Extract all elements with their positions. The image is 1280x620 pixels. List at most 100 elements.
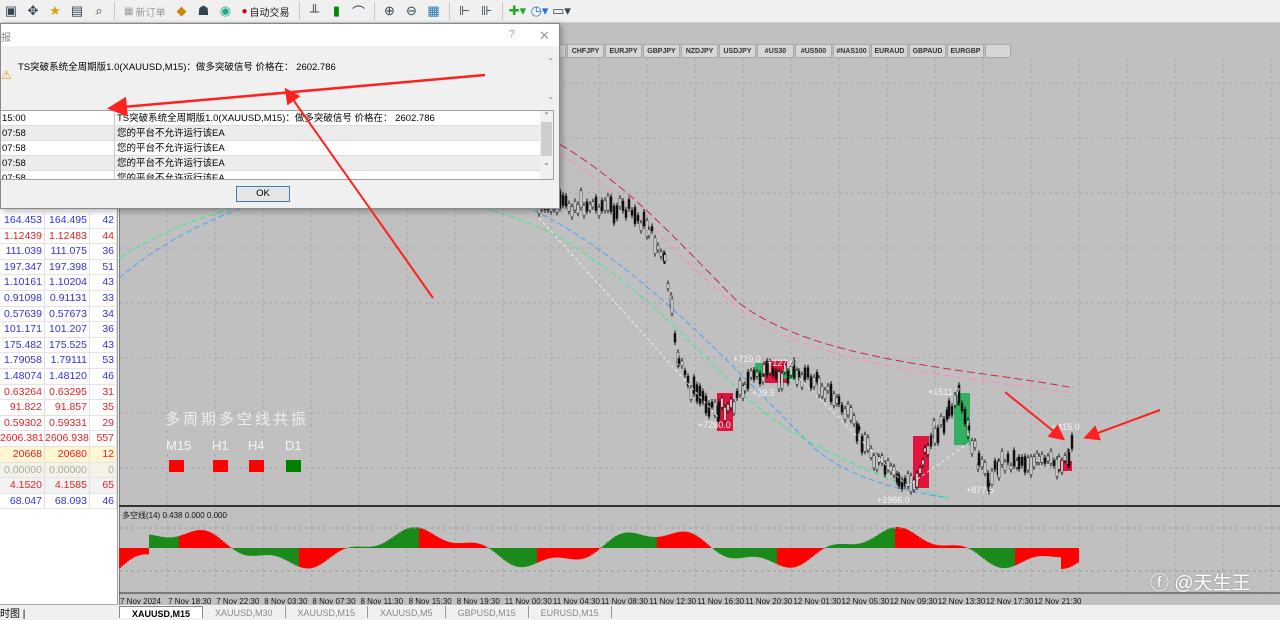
candle [1007,454,1009,462]
navigator-icon[interactable]: ▤ [68,2,86,20]
market-watch-row[interactable]: 68.04768.09346 [0,494,117,510]
histogram-bar [729,548,731,558]
chart-tab[interactable]: XAUUSD,M30 [203,606,286,618]
candle-chart-icon[interactable]: ▮ [328,2,346,20]
line-chart-icon[interactable]: ⌒ [350,2,368,20]
periods-icon[interactable]: ◷▾ [531,2,549,20]
chart-tab[interactable]: GBPUSD,M15 [446,606,529,618]
market-watch-row[interactable]: 0.632640.6329531 [0,385,117,401]
market-watch-tab[interactable]: 时图 | [0,604,118,618]
market-watch-row[interactable]: 111.039111.07536 [0,244,117,260]
symbol-button[interactable]: EURAUD [871,44,908,58]
symbol-button[interactable]: EURJPY [605,44,642,58]
log-row[interactable]: 07:58您的平台不允许运行该EA [1,141,553,156]
market-watch-row[interactable]: 0.910980.9113133 [0,291,117,307]
histogram-bar [851,544,853,548]
market-watch-row[interactable]: 91.82291.85735 [0,400,117,416]
histogram-bar [665,535,667,548]
market-watch-row[interactable]: 164.453164.49542 [0,213,117,229]
symbol-button[interactable]: EURGBP [947,44,984,58]
histogram-bar [541,548,543,561]
ask-cell: 1.79111 [45,353,90,368]
scroll-up-icon[interactable]: ⌃ [547,57,554,66]
market-watch-row[interactable]: 0.000000.000000 [0,463,117,479]
market-watch-row[interactable]: 4.15204.158565 [0,478,117,494]
histogram-bar [855,544,857,548]
favorites-icon[interactable]: ★ [46,2,64,20]
account-icon[interactable]: ☗ [194,2,212,20]
chart-shift-icon[interactable]: ⊪ [478,2,496,20]
watermark-logo-icon: ⓕ [1150,573,1169,594]
tester-icon[interactable]: ⌕ [90,2,108,20]
histogram-bar [353,547,355,548]
candle [739,380,741,394]
symbol-button[interactable]: GBPAUD [909,44,946,58]
zoom-out-icon[interactable]: ⊖ [403,2,421,20]
scroll-down-icon[interactable]: ⌄ [547,92,554,101]
log-row[interactable]: 07:58您的平台不允许运行该EA [1,171,553,180]
histogram-bar [1029,548,1031,558]
market-watch-row[interactable]: 101.171101.20736 [0,322,117,338]
candle [595,197,597,211]
histogram-bar [141,548,143,555]
market-watch-row[interactable]: 2606.3812606.938557 [0,431,117,447]
histogram-bar [835,544,837,548]
close-button[interactable]: ✕ [539,28,550,44]
candle [598,207,600,216]
symbol-button[interactable]: #US500 [795,44,832,58]
market-watch-row[interactable]: 1.101611.1020443 [0,275,117,291]
candle [705,396,707,413]
new-order-button[interactable]: ▦新订单 [121,4,168,19]
log-row[interactable]: 07:58您的平台不允许运行该EA [1,126,553,141]
market-watch-row[interactable]: 0.593020.5933129 [0,416,117,432]
log-row[interactable]: 07:58您的平台不允许运行该EA [1,156,553,171]
timeframe-bull-box [286,460,301,472]
symbol-button[interactable]: CHFJPY [567,44,604,58]
symbol-button[interactable]: GBPJPY [643,44,680,58]
log-scrollbar[interactable]: ⌃⌄ [540,111,553,179]
histogram-bar [981,548,983,557]
bar-chart-icon[interactable]: ╨ [306,2,324,20]
histogram-bar [771,548,773,562]
symbol-button[interactable]: NZDJPY [681,44,718,58]
symbol-button-empty[interactable] [985,44,1011,58]
symbol-button[interactable]: USDJPY [719,44,756,58]
help-button[interactable]: ? [509,29,515,40]
histogram-bar [221,540,223,548]
trade-label: +1511.7 [928,387,960,397]
market-watch-row[interactable]: 1.790581.7911153 [0,353,117,369]
autotrading-button[interactable]: ●自动交易 [238,4,292,19]
symbol-button[interactable]: #US30 [757,44,794,58]
histogram-bar [211,533,213,548]
chart-tab[interactable]: XAUUSD,M5 [368,606,446,618]
market-watch-row[interactable]: 0.576390.5767334 [0,307,117,323]
log-row[interactable]: 15:00TS突破系统全周期版1.0(XAUUSD,M15)：做多突破信号 价格… [1,111,553,126]
market-watch-row[interactable]: 1.480741.4812046 [0,369,117,385]
symbol-button[interactable]: #NAS100 [833,44,870,58]
new-chart-icon[interactable]: ▣ [2,2,20,20]
histogram-bar [229,547,231,548]
histogram-bar [511,548,513,565]
candle [984,463,986,474]
histogram-bar [929,543,931,548]
tile-icon[interactable]: ▦ [425,2,443,20]
histogram-bar [657,537,659,548]
indicators-icon[interactable]: ✚▾ [509,2,527,20]
histogram-bar [833,545,835,548]
signals-icon[interactable]: ◉ [216,2,234,20]
zoom-in-icon[interactable]: ⊕ [381,2,399,20]
market-watch-row[interactable]: 206682068012 [0,447,117,463]
chart-tab[interactable]: XAUUSD,M15 [286,606,369,618]
chart-tab[interactable]: XAUUSD,M15 [119,606,203,618]
market-watch-row[interactable]: 197.347197.39851 [0,260,117,276]
crosshair-icon[interactable]: ✥ [24,2,42,20]
templates-icon[interactable]: ▭▾ [553,2,571,20]
histogram-bar [649,537,651,548]
market-watch-row[interactable]: 175.482175.52543 [0,338,117,354]
autoscroll-icon[interactable]: ⊩ [456,2,474,20]
histogram-bar [639,534,641,548]
market-watch-row[interactable]: 1.124391.1248344 [0,229,117,245]
metaeditor-icon[interactable]: ◆ [172,2,190,20]
ok-button[interactable]: OK [236,186,290,202]
chart-tab[interactable]: EURUSD,M15 [529,606,612,618]
